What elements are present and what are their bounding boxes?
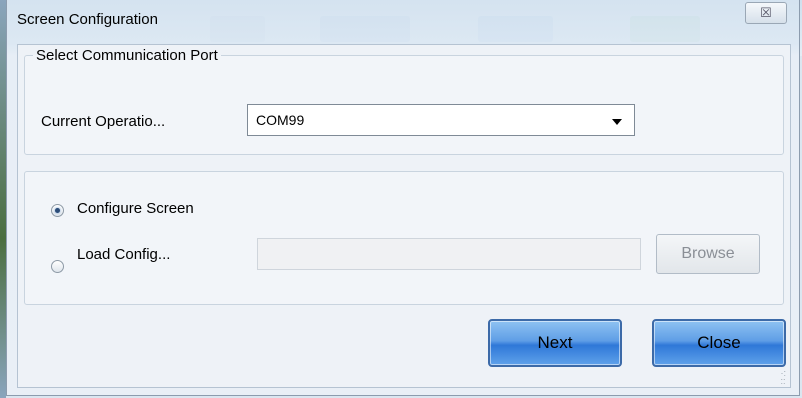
title-bar: Screen Configuration ☒ (7, 0, 799, 42)
configure-screen-radio[interactable] (51, 204, 64, 217)
communication-port-group: Select Communication Port Current Operat… (24, 47, 784, 155)
resize-grip-icon[interactable]: ·::: (781, 369, 787, 386)
load-config-label[interactable]: Load Config... (77, 246, 170, 263)
selected-port-value: COM99 (256, 112, 305, 128)
current-operation-label: Current Operatio... (41, 113, 166, 130)
configure-screen-label[interactable]: Configure Screen (77, 200, 194, 217)
close-window-button[interactable]: ☒ (745, 2, 787, 24)
config-file-path-input (257, 238, 641, 270)
screen-configuration-dialog: Screen Configuration ☒ Select Communicat… (6, 0, 800, 396)
dialog-content: Select Communication Port Current Operat… (17, 44, 791, 388)
close-button[interactable]: Close (652, 319, 786, 367)
chevron-down-icon (612, 119, 622, 125)
close-icon: ☒ (760, 5, 772, 20)
com-port-select[interactable]: COM99 (247, 104, 635, 136)
dialog-title: Screen Configuration (17, 11, 158, 28)
browse-button-label: Browse (681, 245, 735, 262)
configuration-mode-panel: Configure Screen Load Config... Browse (24, 171, 784, 305)
next-button-label: Next (537, 333, 573, 352)
close-button-label: Close (697, 333, 741, 352)
communication-port-legend: Select Communication Port (36, 47, 218, 64)
browse-button: Browse (656, 234, 760, 274)
next-button[interactable]: Next (488, 319, 622, 367)
load-config-radio[interactable] (51, 260, 64, 273)
